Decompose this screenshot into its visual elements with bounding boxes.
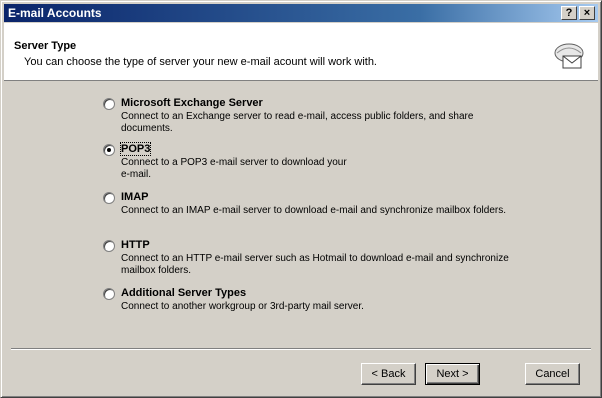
- back-button[interactable]: < Back: [361, 363, 416, 385]
- option-additional-label: Additional Server Types: [121, 287, 247, 299]
- header-title: Server Type: [14, 40, 77, 52]
- radio-pop3[interactable]: [103, 144, 115, 156]
- help-button[interactable]: ?: [561, 6, 577, 20]
- radio-additional[interactable]: [103, 288, 115, 300]
- footer-separator: [11, 348, 591, 350]
- radio-http[interactable]: [103, 240, 115, 252]
- radio-imap[interactable]: [103, 192, 115, 204]
- option-http-description: Connect to an HTTP e-mail server such as…: [121, 253, 509, 276]
- option-http-label: HTTP: [121, 239, 150, 251]
- option-exchange-description: Connect to an Exchange server to read e-…: [121, 111, 474, 134]
- option-pop3-description: Connect to a POP3 e-mail server to downl…: [121, 157, 347, 180]
- option-exchange-label: Microsoft Exchange Server: [121, 97, 263, 109]
- email-accounts-dialog: E-mail Accounts ? × Server Type You can …: [0, 0, 602, 398]
- option-imap-description: Connect to an IMAP e-mail server to down…: [121, 205, 506, 216]
- cancel-button[interactable]: Cancel: [525, 363, 580, 385]
- option-imap-label: IMAP: [121, 191, 149, 203]
- header-subtitle: You can choose the type of server your n…: [24, 56, 377, 68]
- radio-exchange[interactable]: [103, 98, 115, 110]
- close-button[interactable]: ×: [579, 6, 595, 20]
- mail-server-icon: [554, 43, 584, 69]
- title-bar[interactable]: E-mail Accounts ? ×: [4, 4, 598, 22]
- wizard-header: Server Type You can choose the type of s…: [4, 23, 598, 81]
- option-pop3-label: POP3: [119, 142, 152, 156]
- option-additional-description: Connect to another workgroup or 3rd-part…: [121, 301, 364, 312]
- window-title: E-mail Accounts: [8, 6, 102, 20]
- next-button[interactable]: Next >: [425, 363, 480, 385]
